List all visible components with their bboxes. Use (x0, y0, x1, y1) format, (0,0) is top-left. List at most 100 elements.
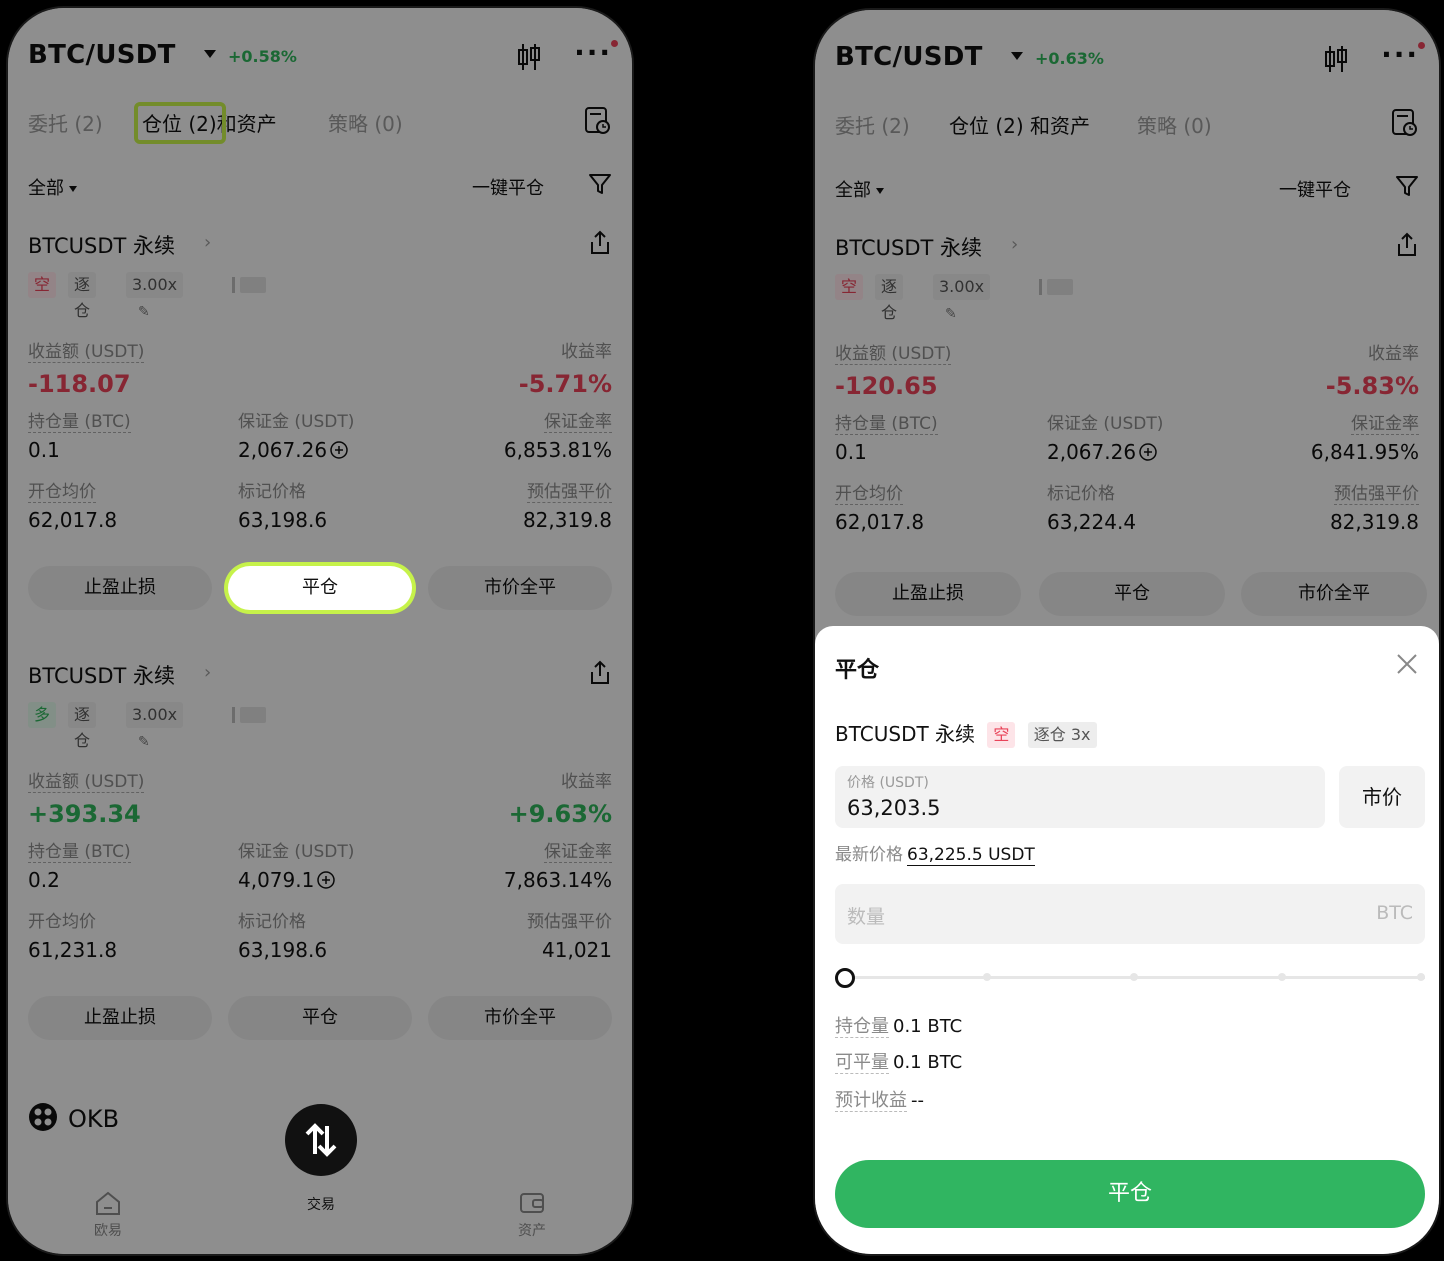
quantity-input[interactable]: 数量 BTC (835, 884, 1425, 944)
tab-positions[interactable]: 仓位 (2)和资产 (134, 102, 277, 144)
share-icon[interactable] (588, 660, 612, 690)
filter-bar: 全部 一键平仓 (835, 170, 1419, 206)
liq-price-label: 预估强平价 (527, 912, 612, 932)
last-price-row: 最新价格 63,225.5 USDT (835, 840, 1035, 866)
filter-all-label: 全部 (28, 178, 64, 199)
share-icon[interactable] (1395, 232, 1419, 262)
leverage-badge[interactable]: 3.00x ✎ (126, 702, 184, 750)
entry-price-label: 开仓均价 (28, 482, 96, 503)
add-margin-icon[interactable] (1139, 442, 1157, 466)
margin-value: 2,067.26 (238, 438, 328, 462)
liq-price-label: 预估强平价 (1334, 484, 1419, 505)
chevron-right-icon[interactable]: › (204, 662, 211, 683)
tab-positions[interactable]: 仓位 (2) 和资产 (949, 110, 1090, 139)
wallet-icon (520, 1193, 544, 1213)
history-icon[interactable] (1391, 108, 1419, 142)
close-position-button[interactable]: 平仓 (228, 996, 412, 1040)
add-margin-icon[interactable] (330, 440, 348, 464)
roi-value: -5.83% (1325, 372, 1419, 400)
candlestick-chart-icon[interactable] (516, 42, 542, 76)
pair-dropdown-icon[interactable] (1011, 52, 1023, 60)
margin-label: 保证金 (USDT) (238, 842, 355, 862)
roi-label: 收益率 (561, 772, 612, 792)
chevron-right-icon[interactable]: › (204, 232, 211, 253)
history-icon[interactable] (584, 106, 612, 140)
confirm-close-button[interactable]: 平仓 (835, 1160, 1425, 1228)
chevron-right-icon[interactable]: › (1011, 234, 1018, 255)
tpsl-button[interactable]: 止盈止损 (835, 572, 1021, 616)
price-input[interactable]: 价格 (USDT) 63,203.5 (835, 766, 1325, 828)
side-badge: 多 (28, 702, 57, 728)
leverage-badge[interactable]: 3.00x ✎ (933, 274, 991, 322)
slider-tick-25[interactable] (982, 973, 991, 981)
more-menu-icon[interactable]: ··· (574, 36, 612, 69)
roi-value: -5.71% (518, 370, 612, 398)
liq-price-value: 82,319.8 (1329, 510, 1419, 534)
pnl-label: 收益额 (USDT) (28, 342, 145, 363)
tab-orders[interactable]: 委托 (2) (28, 108, 103, 137)
slider-knob[interactable] (835, 968, 855, 988)
pair-title[interactable]: BTC/USDT (835, 42, 983, 72)
quantity-slider[interactable] (835, 968, 1425, 988)
last-price-link[interactable]: 63,225.5 USDT (907, 845, 1035, 866)
indicator-bar (232, 277, 235, 293)
slider-tick-100[interactable] (1417, 973, 1425, 981)
share-icon[interactable] (588, 230, 612, 260)
sheet-mode-leverage-badge: 逐仓 3x (1027, 722, 1097, 748)
pair-dropdown-icon[interactable] (204, 50, 216, 58)
margin-ratio-value: 6,853.81% (503, 438, 612, 462)
close-all-button[interactable]: 一键平仓 (472, 174, 544, 200)
quantity-placeholder: 数量 (847, 906, 886, 928)
close-icon[interactable] (1395, 652, 1419, 680)
instrument-title[interactable]: BTCUSDT 永续 (28, 230, 175, 260)
tab-strategy[interactable]: 策略 (0) (328, 108, 403, 137)
close-position-button[interactable]: 平仓 (228, 566, 412, 610)
pair-title[interactable]: BTC/USDT (28, 40, 176, 70)
margin-mode-badge: 逐仓 (68, 702, 97, 750)
last-price-label: 最新价格 (835, 845, 903, 865)
margin-mode-badge: 逐仓 (68, 272, 97, 320)
liq-price-label: 预估强平价 (527, 482, 612, 503)
market-close-button[interactable]: 市价全平 (428, 566, 612, 610)
filter-icon[interactable] (1395, 174, 1419, 202)
indicator-placeholder (240, 277, 266, 293)
entry-price-label: 开仓均价 (28, 912, 96, 932)
tpsl-button[interactable]: 止盈止损 (28, 566, 212, 610)
market-close-button[interactable]: 市价全平 (1241, 572, 1427, 616)
filter-icon[interactable] (588, 172, 612, 200)
market-close-button[interactable]: 市价全平 (428, 996, 612, 1040)
instrument-title[interactable]: BTCUSDT 永续 (835, 232, 982, 262)
slider-tick-50[interactable] (1130, 973, 1138, 981)
nav-assets[interactable]: 资产 (492, 1190, 572, 1240)
indicator-bar (232, 707, 235, 723)
roi-value: +9.63% (508, 800, 612, 828)
filter-all-dropdown[interactable]: 全部 (28, 174, 77, 200)
entry-price-value: 61,231.8 (28, 938, 118, 962)
close-all-button[interactable]: 一键平仓 (1279, 176, 1351, 202)
more-menu-icon[interactable]: ··· (1381, 38, 1419, 71)
slider-tick-75[interactable] (1277, 973, 1286, 981)
tab-strategy[interactable]: 策略 (0) (1137, 110, 1212, 139)
nav-home[interactable]: 欧易 (68, 1190, 148, 1240)
filter-all-dropdown[interactable]: 全部 (835, 176, 884, 202)
close-position-button[interactable]: 平仓 (1039, 572, 1225, 616)
tpsl-button[interactable]: 止盈止损 (28, 996, 212, 1040)
candlestick-chart-icon[interactable] (1323, 44, 1349, 78)
size-label: 持仓量 (BTC) (28, 842, 131, 863)
nav-trade-button[interactable] (285, 1104, 357, 1176)
instrument-title[interactable]: BTCUSDT 永续 (28, 660, 175, 690)
position-card-2: BTCUSDT 永续 › 多 逐仓 3.00x✎ 收益额 (USDT) 收益率 … (28, 660, 612, 1060)
indicator-placeholder (1047, 279, 1073, 295)
leverage-badge[interactable]: 3.00x ✎ (126, 272, 184, 320)
margin-label: 保证金 (USDT) (1047, 414, 1164, 434)
okb-logo-icon (28, 1102, 58, 1138)
okb-asset-row[interactable]: OKB (28, 1102, 119, 1138)
margin-value-group: 4,079.1 (238, 868, 336, 894)
margin-ratio-label: 保证金率 (544, 842, 612, 863)
add-margin-icon[interactable] (317, 870, 336, 894)
size-value: 0.2 (28, 868, 60, 892)
tab-orders[interactable]: 委托 (2) (835, 110, 910, 139)
position-card-1: BTCUSDT 永续 › 空 逐仓 3.00x✎ 收益额 (USDT) 收益率 … (28, 230, 612, 630)
side-badge: 空 (28, 272, 57, 298)
market-price-button[interactable]: 市价 (1339, 766, 1425, 828)
